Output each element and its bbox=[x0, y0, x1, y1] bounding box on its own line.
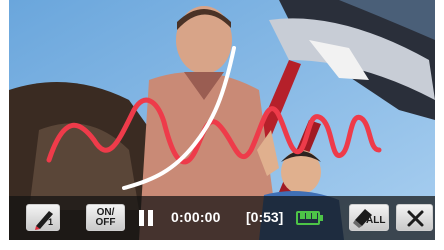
close-button[interactable] bbox=[396, 204, 433, 231]
pen-button[interactable]: 1 bbox=[26, 204, 60, 231]
pen-icon bbox=[35, 211, 53, 230]
pause-icon bbox=[139, 210, 155, 226]
elapsed-time: 0:00:00 bbox=[171, 209, 221, 225]
screen: 1 ON/ OFF 0:00:00 [0:53] ALL bbox=[0, 0, 444, 250]
pen-number: 1 bbox=[48, 217, 54, 227]
close-icon bbox=[407, 210, 424, 227]
battery-icon bbox=[296, 211, 324, 225]
erase-all-button[interactable]: ALL bbox=[349, 204, 389, 231]
erase-all-label: ALL bbox=[366, 215, 386, 226]
camera-viewfinder[interactable]: 1 ON/ OFF 0:00:00 [0:53] ALL bbox=[9, 0, 435, 240]
on-off-button[interactable]: ON/ OFF bbox=[86, 204, 125, 231]
bottom-toolbar: 1 ON/ OFF 0:00:00 [0:53] ALL bbox=[9, 196, 435, 240]
on-off-label-bottom: OFF bbox=[95, 217, 116, 228]
white-drawn-stroke bbox=[122, 46, 236, 190]
remaining-time: [0:53] bbox=[246, 209, 284, 225]
